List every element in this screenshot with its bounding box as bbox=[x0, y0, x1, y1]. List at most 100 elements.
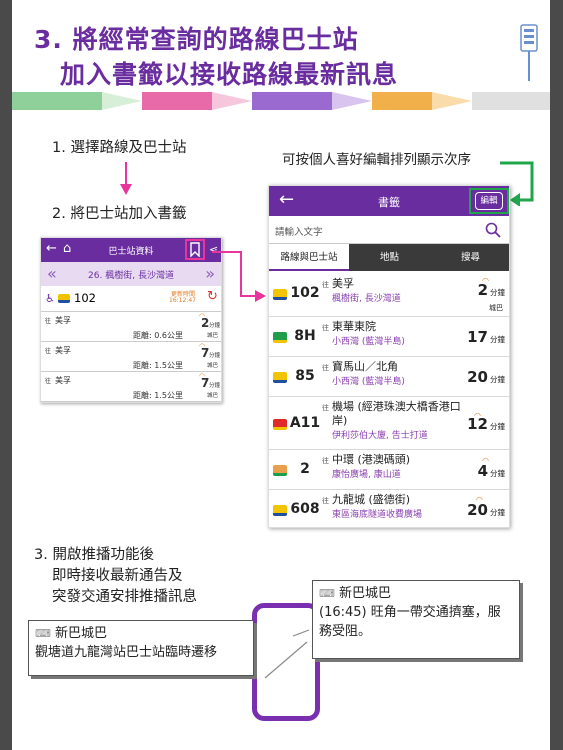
eta-unit: 分鐘 bbox=[490, 375, 505, 384]
eta-value: 2 bbox=[477, 281, 488, 299]
destination: 美孚 bbox=[332, 277, 354, 290]
operator-note: 城巴 bbox=[207, 393, 219, 399]
notification-card: ⌨ 新巴城巴 (16:45) 旺角一帶交通擠塞，服 務受阻。 bbox=[312, 580, 520, 659]
bus-icon bbox=[273, 419, 287, 430]
search-icon[interactable] bbox=[485, 222, 501, 238]
route-number: 102 bbox=[74, 291, 96, 305]
table-row[interactable]: 2 往 中環 (港澳碼頭) 康怡廣場, 康山道 ◠ 4 分鐘 bbox=[269, 450, 509, 490]
list-item[interactable]: 往 美孚 距離: 0.6公里 ◠ 2 分鐘 城巴 bbox=[41, 312, 221, 342]
notification-title: 新巴城巴 bbox=[339, 586, 392, 601]
eta-value: 12 bbox=[467, 415, 488, 433]
stop-info-header: ← ⌂ 巴士站資料 ⋖ bbox=[41, 238, 221, 262]
notification-header: ⌨ 新巴城巴 bbox=[319, 585, 513, 603]
eta-unit: 分鐘 bbox=[490, 288, 505, 297]
tab-places[interactable]: 地點 bbox=[349, 244, 430, 271]
notification-app-icon: ⌨ bbox=[35, 627, 51, 640]
down-arrow-icon bbox=[120, 162, 132, 195]
tab-routes-stops[interactable]: 路線與巴士站 bbox=[269, 244, 349, 271]
table-row[interactable]: A11 往 機場 (經港珠澳大橋香港口岸) 伊利莎伯大廈, 告士打道 ◠ 12 分… bbox=[269, 397, 509, 450]
bookmark-tabs: 路線與巴士站 地點 搜尋 bbox=[269, 244, 509, 271]
route-number: 608 bbox=[290, 501, 320, 517]
via-label: 往 bbox=[322, 404, 329, 412]
notification-body-line2: 務受阻。 bbox=[319, 624, 372, 639]
pink-arrow-icon bbox=[212, 251, 266, 302]
step2-label: 2. 將巴士站加入書籤 bbox=[52, 206, 187, 222]
operator-note: 城巴 bbox=[489, 304, 503, 312]
table-row[interactable]: 608 往 九龍城 (盛德街) 東區海底隧道收費廣場 ◠ 20 分鐘 bbox=[269, 490, 509, 527]
bookmark-screen: ← 書籤 編輯 請輸入文字 路線與巴士站 地點 搜尋 102 往 美孚 楓樹街,… bbox=[268, 185, 510, 528]
distance: 距離: 1.5公里 bbox=[133, 391, 183, 400]
eta: 4 分鐘 bbox=[478, 462, 505, 480]
eta: 20 分鐘 bbox=[467, 368, 505, 386]
stop-name: 楓樹街, 長沙灣道 bbox=[332, 294, 401, 304]
bus-icon bbox=[273, 465, 287, 476]
route-row: ♿ 102 更新時間 16:12:47 ↻ bbox=[41, 286, 221, 312]
via-label: 往 bbox=[45, 318, 52, 325]
eta: 17 分鐘 bbox=[467, 328, 505, 346]
destination: 機場 (經港珠澳大橋香港口岸) bbox=[332, 400, 461, 427]
eta-unit: 分鐘 bbox=[209, 383, 221, 389]
route-number: 102 bbox=[290, 285, 320, 301]
stop-name: 東區海底隧道收費廣場 bbox=[332, 510, 423, 520]
eta: 12 分鐘 bbox=[467, 415, 505, 433]
eta-value: 4 bbox=[477, 462, 488, 480]
bus-icon bbox=[273, 332, 287, 343]
eta: 2 分鐘 bbox=[478, 281, 505, 299]
notification-body-line1: (16:45) 旺角一帶交通擠塞，服 bbox=[319, 605, 501, 620]
bus-icon bbox=[273, 289, 287, 300]
route-number: 2 bbox=[300, 461, 310, 477]
table-row[interactable]: 102 往 美孚 楓樹街, 長沙灣道 ◠ 2 分鐘 城巴 bbox=[269, 273, 509, 317]
accessibility-icon: ♿ bbox=[45, 292, 55, 305]
notification-title: 新巴城巴 bbox=[55, 626, 108, 641]
distance: 距離: 0.6公里 bbox=[133, 331, 183, 340]
step3-line1: 3. 開啟推播功能後 bbox=[34, 547, 154, 563]
bus-icon bbox=[273, 505, 287, 516]
edit-button[interactable]: 編輯 bbox=[475, 192, 503, 210]
list-item[interactable]: 往 美孚 距離: 1.5公里 ◠ 7 分鐘 城巴 bbox=[41, 372, 221, 402]
notification-header: ⌨ 新巴城巴 bbox=[35, 625, 247, 643]
bus-icon bbox=[58, 294, 70, 303]
via-label: 往 bbox=[322, 457, 329, 465]
destination: 寶馬山／北角 bbox=[332, 360, 398, 373]
eta-unit: 分鐘 bbox=[490, 508, 505, 517]
eta: 20 分鐘 bbox=[467, 501, 505, 519]
eta-value: 20 bbox=[467, 368, 488, 386]
operator-note: 城巴 bbox=[207, 363, 219, 369]
stop-name: 康怡廣場, 康山道 bbox=[332, 470, 401, 480]
destination: 美孚 bbox=[55, 346, 71, 355]
operator-note: 城巴 bbox=[207, 333, 219, 339]
bus-stop-sign-icon bbox=[520, 24, 538, 81]
page: 3. 將經常查詢的路線巴士站 加入書籤以接收路線最新訊息 1. 選擇路線及巴士站… bbox=[12, 0, 550, 750]
table-row[interactable]: 85 往 寶馬山／北角 小西灣 (藍灣半島) 20 分鐘 bbox=[269, 357, 509, 397]
search-bar: 請輸入文字 bbox=[269, 216, 509, 244]
destination: 中環 (港澳碼頭) bbox=[332, 453, 411, 466]
via-label: 往 bbox=[45, 348, 52, 355]
eta-unit: 分鐘 bbox=[490, 422, 505, 431]
bookmark-icon[interactable] bbox=[190, 242, 200, 257]
list-item[interactable]: 往 美孚 距離: 1.5公里 ◠ 7 分鐘 城巴 bbox=[41, 342, 221, 372]
signal-lines-icon bbox=[264, 629, 310, 679]
stop-name: 小西灣 (藍灣半島) bbox=[332, 377, 405, 387]
bookmark-header: ← 書籤 編輯 bbox=[269, 186, 509, 216]
stop-name: 小西灣 (藍灣半島) bbox=[332, 337, 405, 347]
notification-app-icon: ⌨ bbox=[319, 587, 335, 600]
destination: 九龍城 (盛德街) bbox=[332, 493, 411, 506]
via-label: 往 bbox=[322, 497, 329, 505]
page-title-line1: 3. 將經常查詢的路線巴士站 bbox=[34, 25, 359, 54]
tab-search[interactable]: 搜尋 bbox=[430, 244, 509, 271]
route-number: A11 bbox=[289, 415, 321, 431]
reorder-note: 可按個人喜好編輯排列顯示次序 bbox=[282, 152, 471, 168]
via-label: 往 bbox=[322, 281, 329, 289]
table-row[interactable]: 8H 往 東華東院 小西灣 (藍灣半島) 17 分鐘 bbox=[269, 317, 509, 357]
via-label: 往 bbox=[322, 324, 329, 332]
decorative-ribbon bbox=[12, 92, 550, 110]
eta-value: 20 bbox=[467, 501, 488, 519]
destination: 東華東院 bbox=[332, 320, 376, 333]
route-number: 8H bbox=[294, 328, 316, 344]
stop-info-screen: ← ⌂ 巴士站資料 ⋖ « 26. 楓樹街, 長沙灣道 » ♿ 102 更新時間… bbox=[40, 237, 222, 403]
notification-card: ⌨ 新巴城巴 觀塘道九龍灣站巴士站臨時遷移 bbox=[28, 620, 254, 676]
notification-body: 觀塘道九龍灣站巴士站臨時遷移 bbox=[35, 645, 218, 660]
page-title-line2: 加入書籤以接收路線最新訊息 bbox=[60, 60, 399, 89]
eta-unit: 分鐘 bbox=[209, 353, 221, 359]
search-input[interactable]: 請輸入文字 bbox=[275, 224, 323, 238]
